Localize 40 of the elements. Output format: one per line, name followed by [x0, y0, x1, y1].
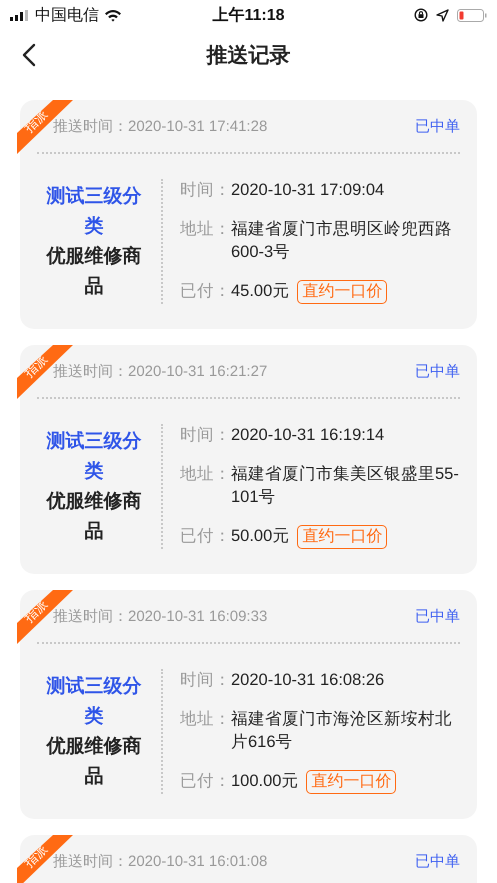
category-name: 测试三级分类: [45, 430, 142, 484]
price-type-tag: 直约一口价: [297, 525, 388, 549]
field-value: 福建省厦门市集美区银盛里55-101号: [231, 464, 460, 508]
service-name: 优服维修商品: [45, 490, 142, 544]
order-status: 已中单: [415, 116, 460, 136]
field-value: 福建省厦门市思明区岭兜西路600-3号: [231, 219, 453, 263]
field-label: 时间：: [180, 180, 231, 201]
category-name: 测试三级分类: [45, 184, 142, 238]
field-value: 福建省厦门市海沧区新垵村北片616号: [231, 709, 453, 753]
field-label: 时间：: [180, 425, 231, 446]
field-value: 2020-10-31 16:19:14: [231, 425, 384, 446]
paid-amount: 50.00元: [231, 526, 290, 547]
order-status: 已中单: [415, 362, 460, 380]
order-status: 已中单: [415, 852, 460, 870]
clock-time: 上午11:18: [212, 6, 285, 24]
field-value: 2020-10-31 16:08:26: [231, 670, 384, 691]
battery-icon: [457, 8, 487, 22]
field-label: 地址：: [180, 709, 231, 730]
field-label: 地址：: [180, 219, 231, 240]
carrier-name: 中国电信: [35, 6, 99, 26]
paid-amount: 100.00元: [231, 771, 298, 792]
service-name: 优服维修商品: [45, 244, 142, 298]
service-name: 优服维修商品: [45, 734, 142, 788]
wifi-icon: [104, 8, 122, 22]
price-type-tag: 直约一口价: [297, 280, 388, 304]
back-icon: [22, 43, 36, 67]
field-value: 2020-10-31 17:09:04: [231, 180, 384, 201]
field-label: 已付：: [180, 771, 231, 792]
location-arrow-icon: [436, 8, 449, 22]
field-label: 时间：: [180, 670, 231, 691]
field-label: 已付：: [180, 281, 231, 302]
signal-icon: [10, 10, 30, 20]
field-label: 已付：: [180, 526, 231, 547]
rotation-lock-icon: [414, 8, 428, 22]
paid-amount: 45.00元: [231, 281, 290, 302]
price-type-tag: 直约一口价: [306, 770, 396, 794]
order-status: 已中单: [415, 606, 460, 626]
page-title: 推送记录: [206, 43, 290, 69]
category-name: 测试三级分类: [45, 674, 142, 728]
field-label: 地址：: [180, 464, 231, 485]
